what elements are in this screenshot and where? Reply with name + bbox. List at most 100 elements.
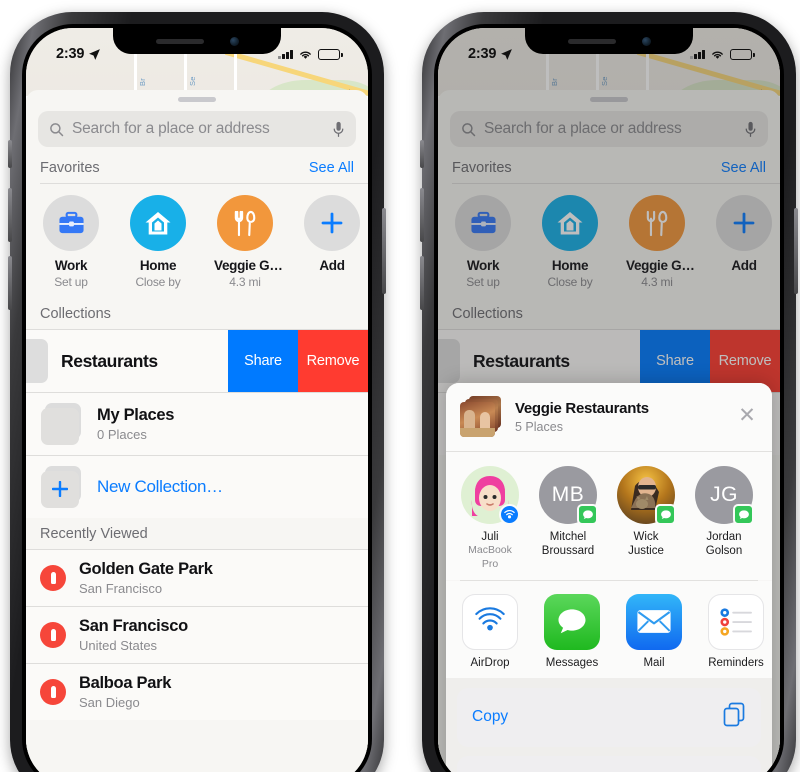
recent-item-golden-gate-park[interactable]: Golden Gate Park San Francisco xyxy=(26,549,368,606)
favorite-label: Veggie G… xyxy=(214,258,283,273)
favorite-item-work[interactable]: Work Set up xyxy=(40,195,102,289)
collection-thumbnail xyxy=(26,339,48,383)
contact-name-line1: Jordan xyxy=(706,531,742,543)
share-app-label: Reminders xyxy=(708,656,764,669)
favorites-see-all-button[interactable]: See All xyxy=(309,160,354,176)
share-sheet: Veggie Restaurants 5 Places ✕ Juli MacBo… xyxy=(446,383,772,772)
collection-photo-thumbnail xyxy=(460,396,504,438)
plus-icon xyxy=(304,195,360,251)
recent-item-subtitle: San Diego xyxy=(79,695,140,710)
screen-left: rques Ave Br Se Th 2:39 xyxy=(26,28,368,772)
collection-row-my-places[interactable]: My Places 0 Places xyxy=(26,392,368,455)
share-actions-list: Copy LastPass xyxy=(446,677,772,772)
contact-name-line1: Wick xyxy=(633,531,659,543)
share-apps-row[interactable]: AirDrop Messages Mail Reminders xyxy=(446,580,772,678)
volume-up-button[interactable] xyxy=(8,188,12,242)
maps-bottom-sheet: Search for a place or address Favorites … xyxy=(26,90,368,772)
cellular-signal-icon xyxy=(690,49,705,59)
earpiece-speaker xyxy=(567,38,616,44)
recent-item-title: San Francisco xyxy=(79,617,188,635)
recent-item-balboa-park[interactable]: Balboa Park San Diego xyxy=(26,663,368,720)
status-time-group: 2:39 xyxy=(468,46,513,62)
remove-button[interactable]: Remove xyxy=(298,330,368,392)
favorite-item-home[interactable]: Home Close by xyxy=(127,195,189,289)
share-contact-mitchel-broussard[interactable]: MB Mitchel Broussard xyxy=(538,466,598,571)
contact-name-line2: Justice xyxy=(628,545,664,558)
recent-item-title: Balboa Park xyxy=(79,674,172,692)
collection-subtitle: 0 Places xyxy=(97,427,147,442)
share-app-label: AirDrop xyxy=(470,656,510,669)
new-collection-button[interactable]: New Collection… xyxy=(26,455,368,518)
favorite-item-veggie[interactable]: Veggie G… 4.3 mi xyxy=(214,195,283,289)
volume-up-button[interactable] xyxy=(420,188,424,242)
recent-item-text: Golden Gate Park San Francisco xyxy=(79,560,213,596)
contact-name-line2: Broussard xyxy=(541,545,595,558)
share-contact-juli[interactable]: Juli MacBook Pro xyxy=(460,466,520,571)
collection-row-text: My Places 0 Places xyxy=(97,406,174,442)
share-app-mail[interactable]: Mail xyxy=(624,593,684,669)
share-contact-jordan-golson[interactable]: JG Jordan Golson xyxy=(694,466,754,571)
battery-icon xyxy=(318,48,343,60)
silent-switch[interactable] xyxy=(8,140,12,168)
share-app-reminders[interactable]: Reminders xyxy=(706,593,766,669)
collection-row-restaurants[interactable]: Restaurants Share Remove xyxy=(26,329,368,392)
volume-down-button[interactable] xyxy=(8,256,12,310)
phone-inner-left: rques Ave Br Se Th 2:39 xyxy=(22,24,372,772)
favorites-title: Favorites xyxy=(40,160,100,176)
share-action-label: Copy xyxy=(472,708,509,726)
favorite-label: Work xyxy=(54,258,88,273)
share-contact-wick-justice[interactable]: Wick Justice xyxy=(616,466,676,571)
fork-knife-icon xyxy=(217,195,273,251)
power-button[interactable] xyxy=(794,208,798,294)
contact-name-line2: MacBook Pro xyxy=(468,544,512,570)
sheet-grabber[interactable] xyxy=(178,97,216,102)
share-action-copy[interactable]: Copy xyxy=(457,687,761,747)
cellular-signal-icon xyxy=(278,49,293,59)
map-road-label: Se xyxy=(188,76,197,86)
volume-down-button[interactable] xyxy=(420,256,424,310)
power-button[interactable] xyxy=(382,208,386,294)
share-contacts-row[interactable]: Juli MacBook Pro MB Mitchel Broussard Wi… xyxy=(446,452,772,580)
share-app-airdrop[interactable]: AirDrop xyxy=(460,593,520,669)
favorite-sublabel: 4.3 mi xyxy=(229,275,261,289)
phone-inner-right: rques Ave Br Se Th 2:39 xyxy=(434,24,784,772)
recently-viewed-header: Recently Viewed xyxy=(40,526,148,542)
favorite-item-add[interactable]: Add xyxy=(301,195,363,289)
close-icon[interactable]: ✕ xyxy=(736,405,758,428)
recent-item-title: Golden Gate Park xyxy=(79,560,213,578)
share-action-lastpass[interactable]: LastPass xyxy=(457,755,761,772)
microphone-icon[interactable] xyxy=(332,121,345,138)
search-input[interactable]: Search for a place or address xyxy=(38,111,356,147)
share-app-messages[interactable]: Messages xyxy=(542,593,602,669)
recent-item-san-francisco[interactable]: San Francisco United States xyxy=(26,606,368,663)
mail-icon xyxy=(626,593,682,650)
silent-switch[interactable] xyxy=(420,140,424,168)
collection-title: Restaurants xyxy=(61,350,158,371)
status-time-group: 2:39 xyxy=(56,46,101,62)
map-pin-icon xyxy=(40,565,66,591)
memoji-avatar xyxy=(461,466,520,525)
favorite-sublabel: Set up xyxy=(54,275,88,289)
map-pin-icon xyxy=(40,679,66,705)
airdrop-icon xyxy=(462,593,518,650)
messages-icon xyxy=(544,593,600,650)
recent-item-subtitle: United States xyxy=(79,638,158,653)
favorites-row: Work Set up Home Close by Veggie G… 4.3 … xyxy=(26,184,368,298)
reminders-icon xyxy=(708,593,764,650)
screenshot-stage: rques Ave Br Se Th 2:39 xyxy=(0,0,800,772)
phone-left: rques Ave Br Se Th 2:39 xyxy=(8,12,386,772)
favorite-label: Home xyxy=(139,258,177,273)
briefcase-icon xyxy=(43,195,99,251)
favorite-sublabel: Close by xyxy=(135,275,181,289)
wifi-icon xyxy=(712,51,723,59)
copy-icon xyxy=(722,702,746,733)
photo-avatar xyxy=(617,466,676,525)
share-button[interactable]: Share xyxy=(228,330,298,392)
screen-right: rques Ave Br Se Th 2:39 xyxy=(438,28,780,772)
phone-right: rques Ave Br Se Th 2:39 xyxy=(420,12,798,772)
collection-title: My Places xyxy=(97,406,175,424)
notch xyxy=(525,28,693,54)
location-arrow-icon xyxy=(501,48,513,60)
collections-header: Collections xyxy=(40,306,111,322)
share-sheet-title: Veggie Restaurants xyxy=(515,400,649,417)
